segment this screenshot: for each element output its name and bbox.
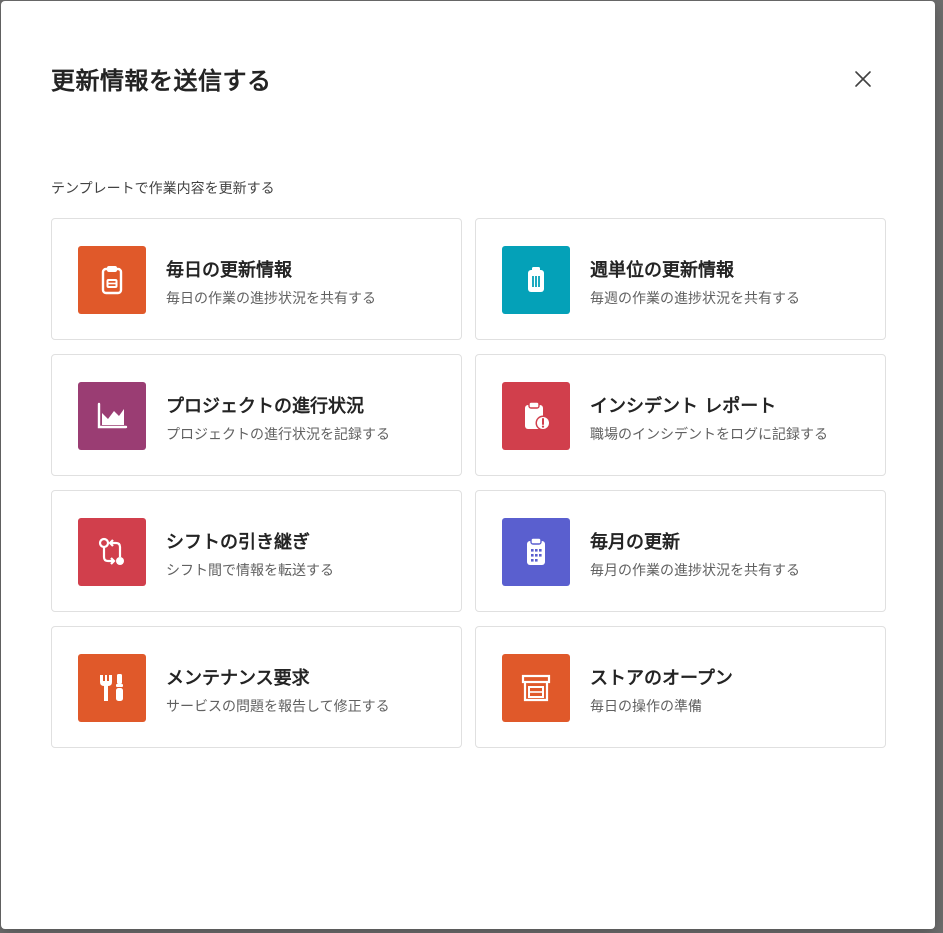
template-tile (502, 654, 570, 722)
template-tile (502, 382, 570, 450)
template-tile (78, 518, 146, 586)
clipboard-icon (101, 266, 123, 295)
template-card-store-open[interactable]: ストアのオープン 毎日の操作の準備 (475, 626, 886, 748)
template-tile (78, 246, 146, 314)
template-title: 毎月の更新 (590, 532, 680, 553)
wrench-screwdriver-icon (100, 674, 123, 701)
template-card-shift-handoff[interactable]: シフトの引き継ぎ シフト間で情報を転送する (51, 490, 462, 612)
template-tile (78, 654, 146, 722)
template-card-project-progress[interactable]: プロジェクトの進行状況 プロジェクトの進行状況を記録する (51, 354, 462, 476)
template-title: 毎日の更新情報 (166, 260, 292, 281)
template-description: プロジェクトの進行状況を記録する (166, 427, 390, 443)
template-card-daily-update[interactable]: 毎日の更新情報 毎日の作業の進捗状況を共有する (51, 218, 462, 340)
template-card-maintenance-request[interactable]: メンテナンス要求 サービスの問題を報告して修正する (51, 626, 462, 748)
close-icon (855, 71, 871, 87)
template-description: 毎週の作業の進捗状況を共有する (590, 291, 800, 307)
calendar-clipboard-icon (527, 537, 545, 565)
template-description: 毎月の作業の進捗状況を共有する (590, 563, 800, 579)
template-card-monthly-update[interactable]: 毎月の更新 毎月の作業の進捗状況を共有する (475, 490, 886, 612)
template-description: 職場のインシデントをログに記録する (590, 427, 828, 443)
template-card-incident-report[interactable]: インシデント レポート 職場のインシデントをログに記録する (475, 354, 886, 476)
handoff-arrows-icon (98, 537, 124, 565)
template-title: 週単位の更新情報 (590, 260, 734, 281)
dialog-title: 更新情報を送信する (51, 67, 272, 95)
template-title: メンテナンス要求 (166, 668, 310, 689)
storefront-icon (521, 674, 551, 702)
template-title: ストアのオープン (590, 668, 733, 689)
template-title: プロジェクトの進行状況 (166, 396, 364, 417)
template-title: シフトの引き継ぎ (166, 532, 310, 553)
template-grid: 毎日の更新情報 毎日の作業の進捗状況を共有する 週単位の更新情報 毎週の作業の進… (51, 218, 886, 748)
template-description: サービスの問題を報告して修正する (166, 699, 390, 715)
template-title: インシデント レポート (590, 396, 777, 417)
close-button[interactable] (849, 65, 877, 93)
template-tile (502, 518, 570, 586)
template-tile (78, 382, 146, 450)
template-tile (502, 246, 570, 314)
update-dialog: 更新情報を送信する テンプレートで作業内容を更新する 毎日の更新情報 毎日の作業… (1, 1, 935, 929)
template-description: シフト間で情報を転送する (166, 563, 334, 579)
template-description: 毎日の作業の進捗状況を共有する (166, 291, 376, 307)
trash-bin-icon (528, 267, 544, 292)
template-description: 毎日の操作の準備 (590, 699, 702, 715)
section-label: テンプレートで作業内容を更新する (51, 181, 275, 197)
template-card-weekly-update[interactable]: 週単位の更新情報 毎週の作業の進捗状況を共有する (475, 218, 886, 340)
clipboard-alert-icon (525, 401, 551, 431)
area-chart-icon (97, 402, 128, 429)
